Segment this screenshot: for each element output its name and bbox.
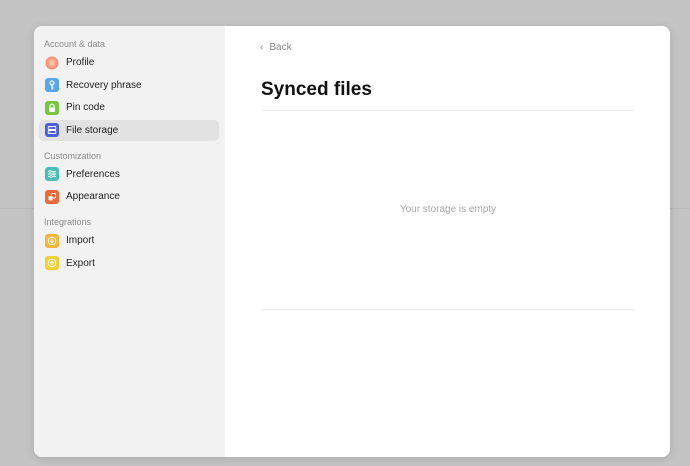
sidebar-item-label: Preferences	[66, 168, 120, 180]
sidebar-item-pin-code[interactable]: Pin code	[39, 97, 219, 118]
sidebar-item-preferences[interactable]: Preferences	[39, 164, 219, 185]
lock-icon	[45, 100, 59, 115]
section-title-account: Account & data	[44, 39, 106, 49]
settings-sidebar: Account & data Profile Recovery phrase P…	[34, 26, 225, 457]
sidebar-item-import[interactable]: Import	[39, 230, 219, 251]
main-content: ‹ Back Synced files Your storage is empt…	[225, 26, 670, 457]
back-label: Back	[269, 42, 292, 53]
section-title-customization: Customization	[44, 150, 102, 161]
sidebar-item-label: Export	[66, 257, 95, 269]
page-title: Synced files	[261, 79, 372, 100]
export-icon	[45, 256, 59, 270]
sidebar-item-recovery-phrase[interactable]: Recovery phrase	[39, 75, 219, 96]
sidebar-item-label: Pin code	[66, 102, 105, 113]
back-button[interactable]: ‹ Back	[260, 42, 292, 53]
storage-icon	[45, 123, 59, 137]
palette-icon	[45, 189, 59, 204]
sidebar-item-file-storage[interactable]: File storage	[39, 119, 219, 141]
chevron-left-icon: ‹	[260, 42, 264, 53]
profile-orb-icon	[45, 56, 59, 70]
sidebar-item-label: Import	[66, 235, 95, 246]
sidebar-item-appearance[interactable]: Appearance	[39, 186, 219, 207]
sidebar-item-label: Profile	[66, 57, 95, 68]
empty-state-message: Your storage is empty	[399, 204, 497, 215]
key-icon	[45, 78, 59, 92]
content-divider	[261, 309, 635, 310]
settings-modal: Account & data Profile Recovery phrase P…	[34, 26, 670, 457]
header-divider	[261, 110, 635, 111]
sliders-icon	[45, 167, 59, 181]
section-title-integrations: Integrations	[44, 217, 92, 227]
sidebar-item-profile[interactable]: Profile	[39, 52, 219, 73]
sidebar-item-export[interactable]: Export	[39, 253, 219, 274]
sidebar-item-label: File storage	[66, 124, 119, 136]
import-icon	[45, 233, 59, 248]
sidebar-item-label: Appearance	[66, 191, 120, 202]
sidebar-item-label: Recovery phrase	[66, 79, 142, 91]
